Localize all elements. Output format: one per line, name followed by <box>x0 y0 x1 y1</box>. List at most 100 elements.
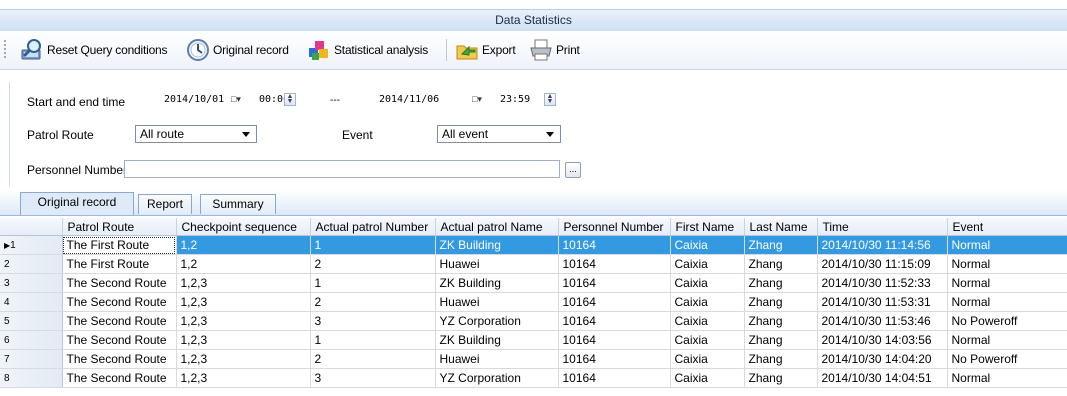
table-cell-num[interactable]: 1 <box>310 273 436 293</box>
patrol-route-select[interactable]: All route <box>135 125 257 143</box>
personnel-number-input[interactable] <box>124 160 560 178</box>
table-cell-route[interactable]: The Second Route <box>62 273 177 293</box>
table-cell-seq[interactable]: 1,2,3 <box>176 330 311 350</box>
table-row[interactable]: 6 The Second Route 1,2,3 1 ZK Building 10164 C… <box>0 330 1067 350</box>
table-cell-name[interactable]: YZ Corporation <box>435 368 559 388</box>
table-cell-last[interactable]: Zhang <box>744 349 818 369</box>
table-cell-time[interactable]: 2014/10/30 11:14:56 <box>817 235 948 255</box>
table-cell-name[interactable]: ZK Building <box>435 235 559 255</box>
column-header[interactable]: Time <box>817 218 948 236</box>
table-cell-event[interactable]: No Poweroff <box>947 349 1067 369</box>
row-number[interactable]: 2 <box>0 254 63 274</box>
row-number[interactable]: 7 <box>0 349 63 369</box>
table-cell-event[interactable]: Normal <box>947 273 1067 293</box>
table-cell-name[interactable]: ZK Building <box>435 273 559 293</box>
table-cell-last[interactable]: Zhang <box>744 330 818 350</box>
table-cell-seq[interactable]: 1,2,3 <box>176 292 311 312</box>
table-cell-seq[interactable]: 1,2,3 <box>176 273 311 293</box>
column-header[interactable]: Patrol Route <box>62 218 177 236</box>
table-cell-last[interactable]: Zhang <box>744 292 818 312</box>
table-cell-name[interactable]: YZ Corporation <box>435 311 559 331</box>
table-cell-first[interactable]: Caixia <box>670 254 745 274</box>
table-cell-route[interactable]: The Second Route <box>62 311 177 331</box>
column-header[interactable]: Actual patrol Name <box>435 218 559 236</box>
table-cell-time[interactable]: 2014/10/30 14:03:56 <box>817 330 948 350</box>
table-cell-first[interactable]: Caixia <box>670 292 745 312</box>
table-row[interactable]: 4 The Second Route 1,2,3 2 Huawei 10164 Caixia… <box>0 292 1067 312</box>
original-record-button[interactable]: Original record <box>186 37 289 63</box>
column-header[interactable]: First Name <box>670 218 745 236</box>
column-header[interactable]: Personnel Number <box>558 218 671 236</box>
table-cell-event[interactable]: Normal <box>947 368 1067 388</box>
table-cell-num[interactable]: 2 <box>310 349 436 369</box>
table-cell-pers[interactable]: 10164 <box>558 292 671 312</box>
start-date-calendar-icon[interactable]: □▾ <box>231 93 251 106</box>
table-cell-name[interactable]: Huawei <box>435 349 559 369</box>
row-number[interactable]: 6 <box>0 330 63 350</box>
table-cell-event[interactable]: Normal <box>947 330 1067 350</box>
table-row[interactable]: 8 The Second Route 1,2,3 3 YZ Corporation 101… <box>0 368 1067 388</box>
table-row[interactable]: 5 The Second Route 1,2,3 3 YZ Corporation 101… <box>0 311 1067 331</box>
table-cell-num[interactable]: 2 <box>310 254 436 274</box>
table-cell-pers[interactable]: 10164 <box>558 349 671 369</box>
table-cell-time[interactable]: 2014/10/30 11:53:46 <box>817 311 948 331</box>
table-cell-first[interactable]: Caixia <box>670 235 745 255</box>
table-cell-route[interactable]: The Second Route <box>62 349 177 369</box>
table-cell-last[interactable]: Zhang <box>744 254 818 274</box>
column-header[interactable]: Last Name <box>744 218 818 236</box>
table-cell-first[interactable]: Caixia <box>670 330 745 350</box>
end-date-input[interactable]: 2014/11/06 <box>375 92 475 109</box>
table-cell-pers[interactable]: 10164 <box>558 311 671 331</box>
table-cell-name[interactable]: ZK Building <box>435 330 559 350</box>
table-cell-num[interactable]: 1 <box>310 235 436 255</box>
table-cell-route[interactable]: The First Route <box>62 254 177 274</box>
table-cell-route[interactable]: The Second Route <box>62 330 177 350</box>
table-cell-time[interactable]: 2014/10/30 11:53:31 <box>817 292 948 312</box>
table-cell-seq[interactable]: 1,2,3 <box>176 349 311 369</box>
tab-original-record[interactable]: Original record <box>20 192 134 215</box>
end-time-input[interactable]: 23:59 <box>496 92 536 109</box>
table-cell-first[interactable]: Caixia <box>670 368 745 388</box>
column-header[interactable]: Checkpoint sequence <box>176 218 311 236</box>
row-number[interactable]: 4 <box>0 292 63 312</box>
statistical-analysis-button[interactable]: Statistical analysis <box>307 37 428 63</box>
row-number[interactable]: 8 <box>0 368 63 388</box>
table-cell-seq[interactable]: 1,2,3 <box>176 311 311 331</box>
event-select[interactable]: All event <box>437 125 561 143</box>
tab-report[interactable]: Report <box>138 194 192 214</box>
table-row[interactable]: 3 The Second Route 1,2,3 1 ZK Building 10164 C… <box>0 273 1067 293</box>
table-cell-last[interactable]: Zhang <box>744 311 818 331</box>
table-cell-pers[interactable]: 10164 <box>558 235 671 255</box>
table-cell-last[interactable]: Zhang <box>744 273 818 293</box>
table-cell-time[interactable]: 2014/10/30 11:15:09 <box>817 254 948 274</box>
tab-summary[interactable]: Summary <box>200 194 276 214</box>
table-cell-first[interactable]: Caixia <box>670 273 745 293</box>
end-time-spinner[interactable]: ▲ ▼ <box>544 93 556 106</box>
table-cell-last[interactable]: Zhang <box>744 235 818 255</box>
table-cell-event[interactable]: Normal <box>947 235 1067 255</box>
table-cell-last[interactable]: Zhang <box>744 368 818 388</box>
table-cell-first[interactable]: Caixia <box>670 349 745 369</box>
table-cell-pers[interactable]: 10164 <box>558 330 671 350</box>
export-button[interactable]: Export <box>455 37 516 63</box>
toolbar-grip[interactable] <box>4 40 6 60</box>
row-number[interactable]: 3 <box>0 273 63 293</box>
table-cell-event[interactable]: Normal <box>947 292 1067 312</box>
table-cell-pers[interactable]: 10164 <box>558 254 671 274</box>
row-number[interactable]: 5 <box>0 311 63 331</box>
table-cell-first[interactable]: Caixia <box>670 311 745 331</box>
column-header[interactable]: Event <box>947 218 1067 236</box>
table-cell-time[interactable]: 2014/10/30 14:04:20 <box>817 349 948 369</box>
table-cell-seq[interactable]: 1,2,3 <box>176 368 311 388</box>
table-row[interactable]: ▶1 The First Route 1,2 1 ZK Building 10164 Cai… <box>0 235 1067 255</box>
browse-button[interactable]: ... <box>565 162 581 178</box>
table-cell-event[interactable]: No Poweroff <box>947 311 1067 331</box>
table-cell-pers[interactable]: 10164 <box>558 368 671 388</box>
reset-query-button[interactable]: Reset Query conditions <box>20 37 168 63</box>
start-time-spinner[interactable]: ▲ ▼ <box>284 93 296 106</box>
table-cell-pers[interactable]: 10164 <box>558 273 671 293</box>
table-cell-time[interactable]: 2014/10/30 11:52:33 <box>817 273 948 293</box>
table-cell-seq[interactable]: 1,2 <box>176 254 311 274</box>
table-cell-name[interactable]: Huawei <box>435 292 559 312</box>
end-date-calendar-icon[interactable]: □▾ <box>472 93 492 106</box>
